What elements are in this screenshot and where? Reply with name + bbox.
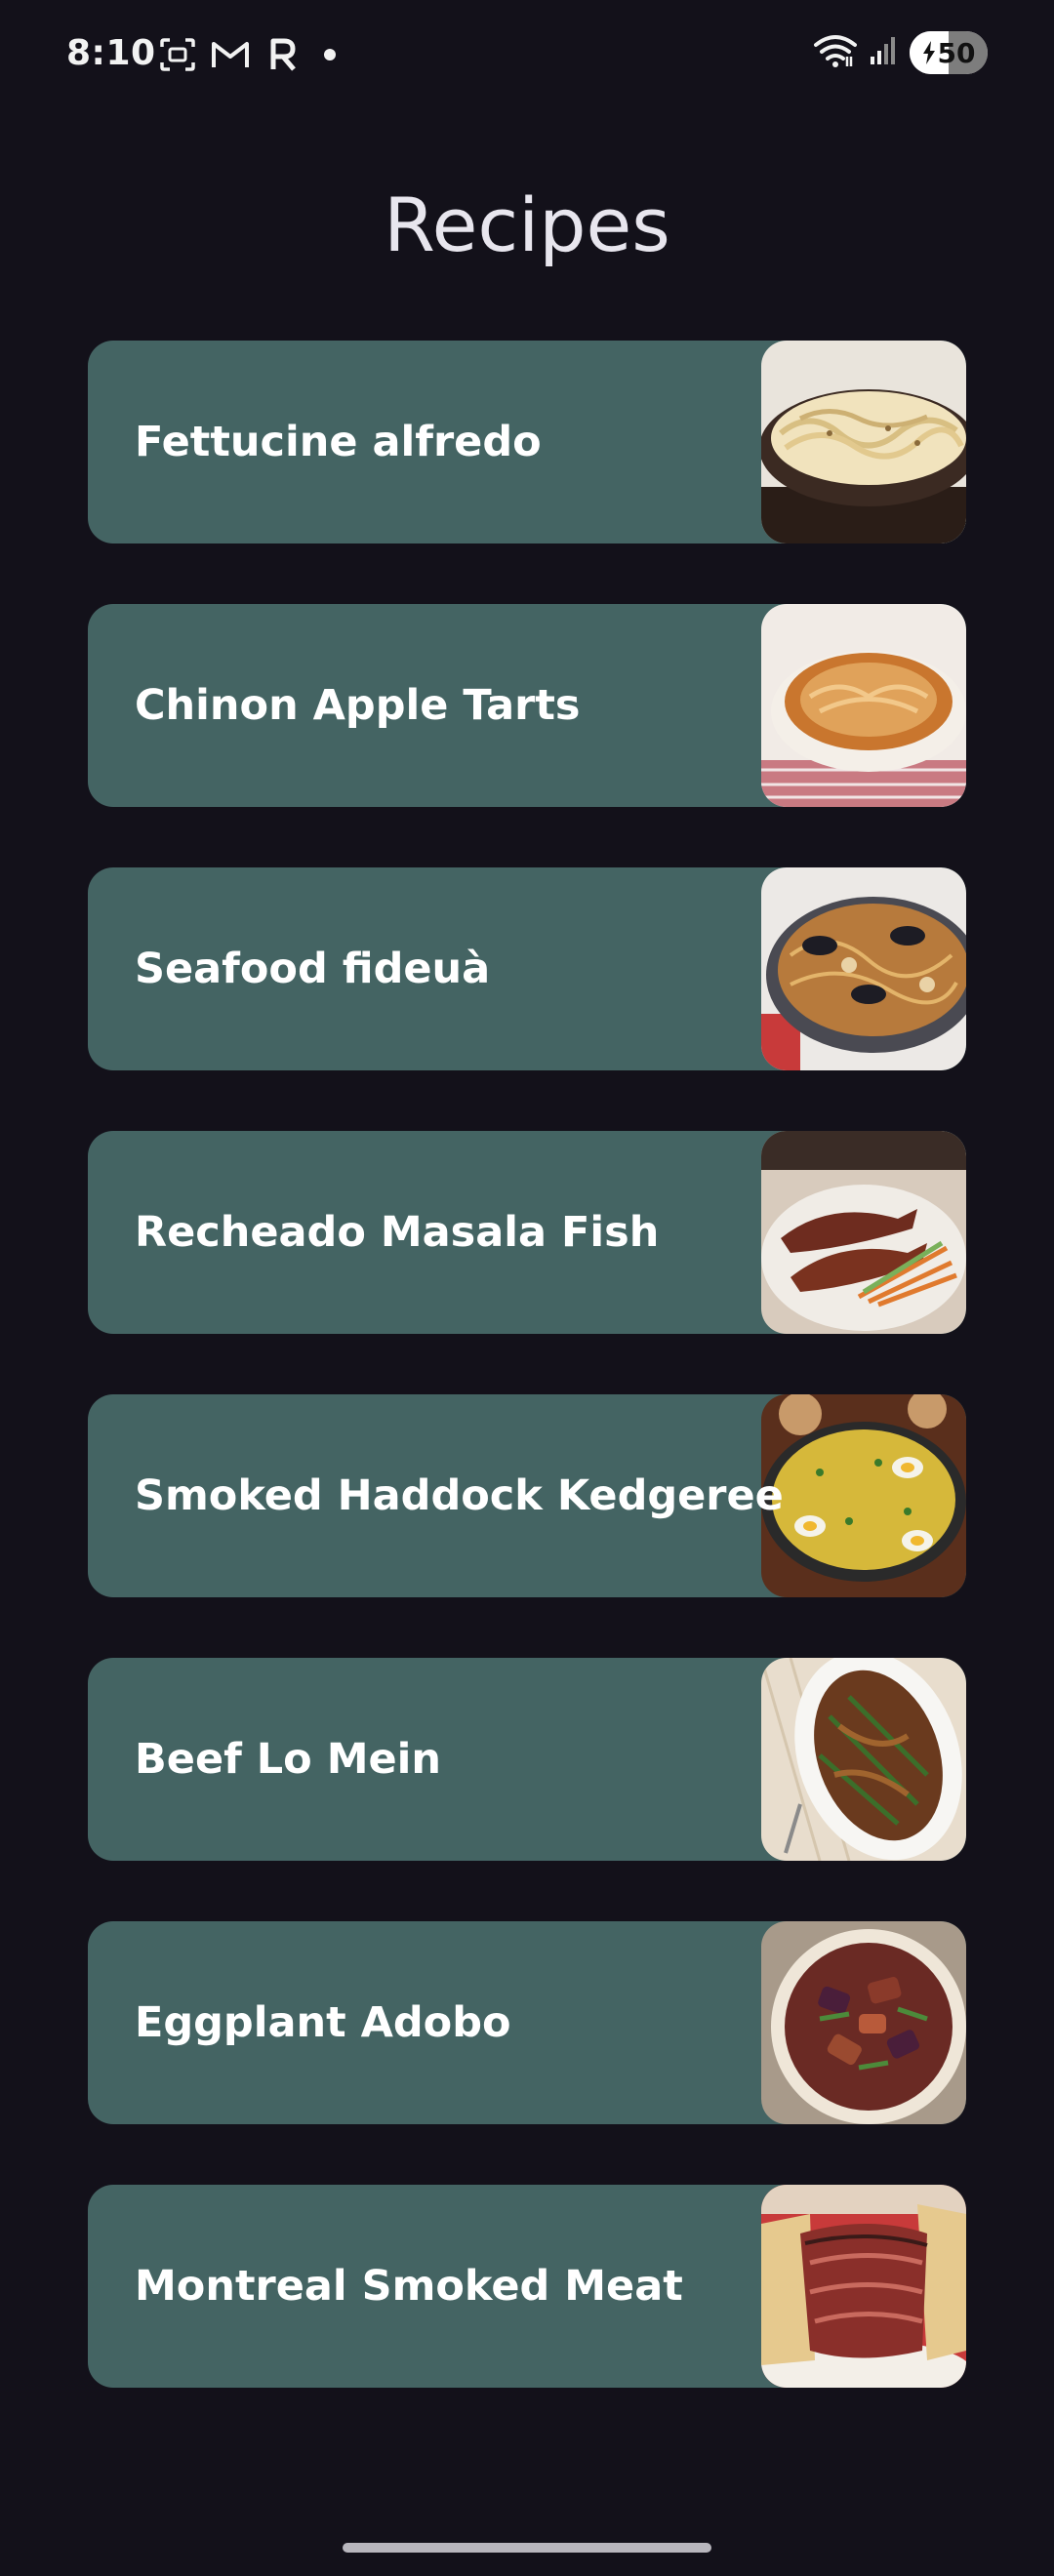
notification-dot bbox=[324, 49, 336, 60]
recipe-name: Chinon Apple Tarts bbox=[135, 681, 581, 730]
recipe-name: Fettucine alfredo bbox=[135, 418, 542, 466]
recipe-card-smoked-haddock-kedgeree[interactable]: Smoked Haddock Kedgeree bbox=[88, 1394, 966, 1597]
status-bar: 8:10 50 bbox=[0, 0, 1054, 107]
gmail-icon bbox=[211, 35, 250, 74]
status-time: 8:10 bbox=[66, 33, 156, 73]
r-app-icon bbox=[264, 35, 303, 74]
recipe-card-eggplant-adobo[interactable]: Eggplant Adobo bbox=[88, 1921, 966, 2124]
charging-icon bbox=[922, 41, 935, 64]
recipe-card-chinon-apple-tarts[interactable]: Chinon Apple Tarts bbox=[88, 604, 966, 807]
recipe-name: Recheado Masala Fish bbox=[135, 1208, 660, 1257]
battery-icon: 50 bbox=[910, 31, 988, 74]
recipe-name: Seafood fideuà bbox=[135, 945, 491, 993]
seafood-fideua-image bbox=[761, 867, 966, 1070]
recipe-card-beef-lo-mein[interactable]: Beef Lo Mein bbox=[88, 1658, 966, 1861]
recipe-card-recheado-masala-fish[interactable]: Recheado Masala Fish bbox=[88, 1131, 966, 1334]
recipe-card-seafood-fideua[interactable]: Seafood fideuà bbox=[88, 867, 966, 1070]
recipe-name: Eggplant Adobo bbox=[135, 1998, 511, 2047]
recipe-list: Fettucine alfredo Chinon Apple Tarts Sea… bbox=[88, 341, 966, 2448]
page-title: Recipes bbox=[384, 181, 670, 268]
fettucine-alfredo-image bbox=[761, 341, 966, 543]
battery-level-text: 50 bbox=[937, 36, 976, 69]
recipe-card-montreal-smoked-meat[interactable]: Montreal Smoked Meat bbox=[88, 2185, 966, 2388]
eggplant-adobo-image bbox=[761, 1921, 966, 2124]
kedgeree-image bbox=[761, 1394, 966, 1597]
wifi-icon bbox=[814, 33, 857, 73]
smoked-meat-image bbox=[761, 2185, 966, 2388]
apple-tart-image bbox=[761, 604, 966, 807]
recipe-name: Beef Lo Mein bbox=[135, 1735, 441, 1784]
status-icons-right: 50 bbox=[814, 31, 988, 74]
home-indicator[interactable] bbox=[343, 2543, 711, 2553]
recipe-card-fettucine-alfredo[interactable]: Fettucine alfredo bbox=[88, 341, 966, 543]
screenshot-icon bbox=[158, 35, 197, 74]
recipe-name: Montreal Smoked Meat bbox=[135, 2262, 683, 2311]
beef-lo-mein-image bbox=[761, 1658, 966, 1861]
battery-level: 50 bbox=[922, 36, 976, 69]
recipe-name: Smoked Haddock Kedgeree bbox=[135, 1471, 784, 1520]
masala-fish-image bbox=[761, 1131, 966, 1334]
status-icons-left bbox=[158, 35, 336, 74]
signal-icon bbox=[869, 35, 898, 71]
